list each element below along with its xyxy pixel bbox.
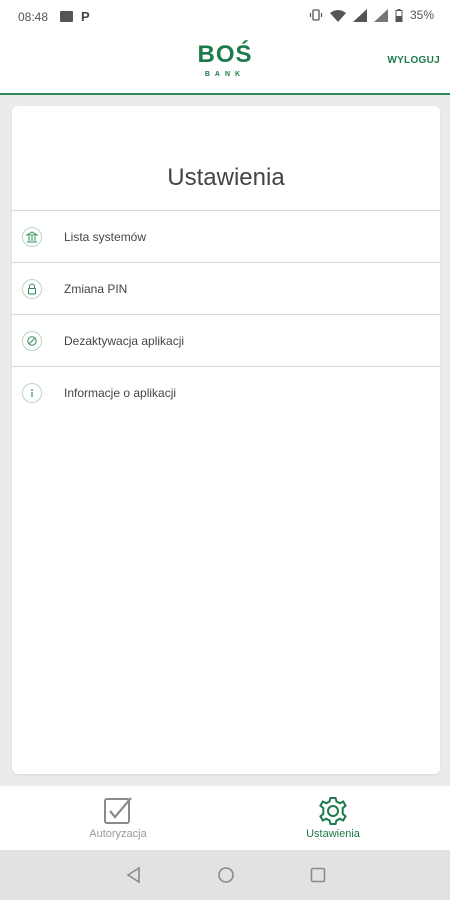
menu-item-change-pin[interactable]: Zmiana PIN bbox=[12, 263, 440, 315]
menu-item-system-list[interactable]: Lista systemów bbox=[12, 211, 440, 263]
logo-main-text: BOŚ bbox=[197, 41, 253, 68]
bottom-navigation: Autoryzacja Ustawienia bbox=[0, 786, 450, 850]
signal-icon bbox=[352, 8, 367, 22]
nav-tab-settings[interactable]: Ustawienia bbox=[263, 796, 403, 840]
back-icon[interactable] bbox=[124, 865, 144, 885]
page-title: Ustawienia bbox=[167, 164, 285, 191]
settings-card: Ustawienia Lista systemów Zmiana PIN Dez… bbox=[12, 106, 440, 774]
deactivate-icon bbox=[22, 330, 42, 351]
status-time: 08:48 bbox=[18, 10, 49, 24]
vibrate-icon bbox=[309, 9, 323, 21]
lock-icon bbox=[22, 278, 42, 299]
status-left-icons: P bbox=[60, 9, 90, 24]
menu-item-label: Zmiana PIN bbox=[64, 281, 128, 296]
menu-item-label: Dezaktywacja aplikacji bbox=[64, 333, 185, 348]
settings-menu: Lista systemów Zmiana PIN Dezaktywacja a… bbox=[12, 210, 440, 419]
info-icon bbox=[22, 383, 42, 403]
system-navigation-bar bbox=[0, 850, 450, 900]
battery-percent: 35% bbox=[409, 8, 434, 22]
recent-apps-icon[interactable] bbox=[308, 865, 328, 885]
status-right-icons: 35% bbox=[309, 8, 434, 22]
logout-button[interactable]: WYLOGUJ bbox=[387, 55, 440, 66]
parking-icon: P bbox=[81, 9, 90, 24]
wifi-icon bbox=[329, 9, 346, 22]
logo-sub-text: BANK bbox=[204, 71, 246, 78]
menu-item-app-info[interactable]: Informacje o aplikacji bbox=[12, 367, 440, 419]
signal-icon-2 bbox=[373, 8, 388, 22]
menu-item-label: Lista systemów bbox=[64, 229, 147, 244]
checkbox-icon bbox=[104, 797, 132, 824]
home-icon[interactable] bbox=[216, 865, 236, 885]
nav-tab-label: Autoryzacja bbox=[89, 828, 147, 840]
nav-tab-authorization[interactable]: Autoryzacja bbox=[48, 796, 188, 840]
bos-bank-logo: BOŚ BANK bbox=[190, 41, 260, 87]
app-header: BOŚ BANK WYLOGUJ bbox=[0, 33, 450, 95]
menu-item-deactivate-app[interactable]: Dezaktywacja aplikacji bbox=[12, 315, 440, 367]
battery-icon bbox=[395, 8, 403, 22]
image-icon bbox=[60, 11, 73, 22]
nav-tab-label: Ustawienia bbox=[306, 828, 360, 840]
gear-icon bbox=[319, 797, 347, 825]
menu-item-label: Informacje o aplikacji bbox=[64, 386, 177, 400]
bank-icon bbox=[22, 226, 42, 247]
status-bar: 08:48 P 35% bbox=[0, 0, 450, 33]
